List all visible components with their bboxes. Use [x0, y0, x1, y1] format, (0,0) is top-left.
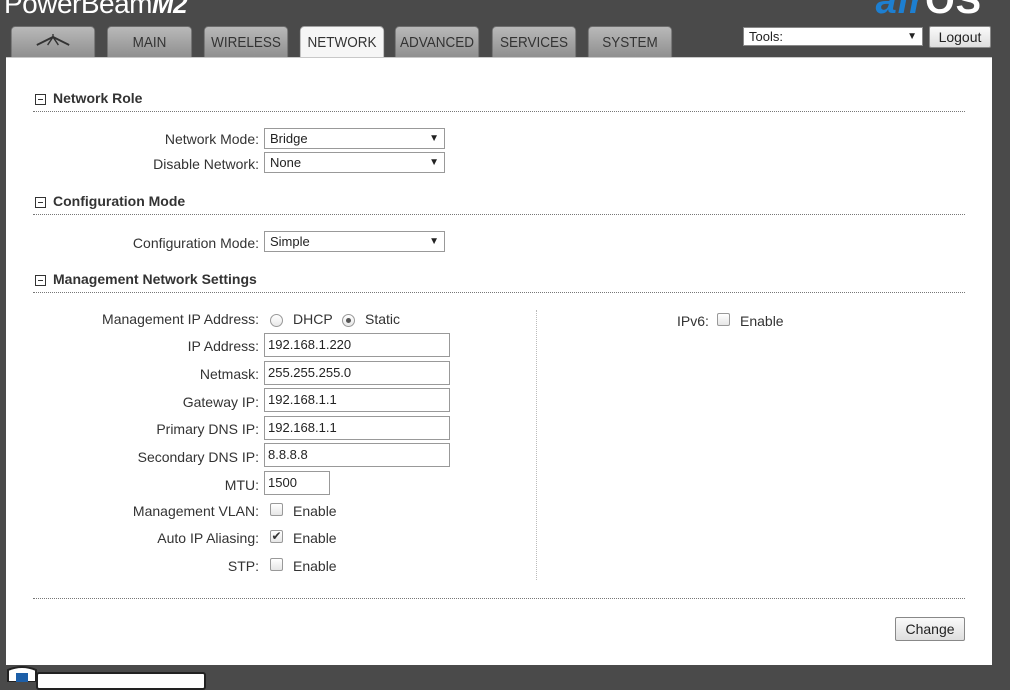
checkmark-icon: ✔	[271, 529, 282, 543]
chevron-down-icon: ▼	[907, 31, 917, 42]
management-vlan-checkbox[interactable]	[270, 503, 283, 516]
tab-network[interactable]: NETWORK	[299, 26, 385, 58]
dhcp-radio[interactable]	[270, 314, 283, 327]
mtu-label: MTU:	[224, 477, 259, 493]
secondary-dns-label: Secondary DNS IP:	[137, 449, 259, 465]
tab-ubiquiti-logo[interactable]	[10, 26, 96, 57]
airos-logo: airOS	[876, 0, 982, 20]
management-ip-label: Management IP Address:	[102, 311, 259, 327]
primary-dns-input[interactable]: 192.168.1.1	[264, 416, 450, 440]
footer-badge	[36, 672, 206, 690]
secondary-dns-input[interactable]: 8.8.8.8	[264, 443, 450, 467]
ipv6-label: IPv6:	[677, 313, 709, 329]
network-role-title: Network Role	[53, 90, 143, 106]
tab-wireless[interactable]: WIRELESS	[203, 26, 289, 57]
footer-divider	[33, 598, 965, 599]
collapse-icon[interactable]	[35, 94, 46, 105]
configuration-mode-label: Configuration Mode:	[132, 235, 259, 251]
tab-main[interactable]: MAIN	[106, 26, 193, 57]
static-radio[interactable]	[342, 314, 355, 327]
tab-system[interactable]: SYSTEM	[587, 26, 673, 57]
configuration-mode-value: Simple	[270, 234, 310, 249]
tab-services[interactable]: SERVICES	[491, 26, 577, 57]
tools-select-value: Tools:	[749, 29, 783, 44]
network-mode-value: Bridge	[270, 131, 308, 146]
ip-address-label: IP Address:	[187, 338, 259, 354]
stp-label: STP:	[227, 558, 259, 574]
management-vlan-label: Management VLAN:	[132, 503, 259, 519]
collapse-icon[interactable]	[35, 275, 46, 286]
column-divider	[536, 310, 537, 580]
chevron-down-icon: ▼	[429, 236, 439, 247]
network-mode-label: Network Mode:	[164, 131, 259, 147]
network-role-header[interactable]: Network Role	[33, 90, 965, 112]
management-network-header[interactable]: Management Network Settings	[33, 271, 965, 293]
chevron-down-icon: ▼	[429, 133, 439, 144]
chevron-down-icon: ▼	[429, 157, 439, 168]
logout-button[interactable]: Logout	[929, 26, 991, 48]
mtu-input[interactable]: 1500	[264, 471, 330, 495]
brand-name: PowerBeam	[4, 0, 153, 19]
disable-network-label: Disable Network:	[153, 156, 259, 172]
airos-os: OS	[925, 0, 982, 22]
disable-network-select[interactable]: None ▼	[264, 152, 445, 173]
static-label: Static	[365, 311, 401, 327]
primary-dns-label: Primary DNS IP:	[156, 421, 259, 437]
airos-air: air	[875, 0, 926, 22]
ip-address-input[interactable]: 192.168.1.220	[264, 333, 450, 357]
brand-logo: PowerBeamM2	[4, 0, 188, 20]
ipv6-checkbox[interactable]	[717, 313, 730, 326]
brand-model: M2	[152, 0, 188, 19]
network-settings-panel: Network Role Network Mode: Bridge ▼ Disa…	[6, 57, 992, 665]
tab-advanced[interactable]: ADVANCED	[394, 26, 480, 57]
change-button[interactable]: Change	[895, 617, 965, 641]
configuration-mode-header[interactable]: Configuration Mode	[33, 193, 965, 215]
gateway-ip-label: Gateway IP:	[182, 394, 259, 410]
ipv6-enable-label: Enable	[740, 313, 784, 329]
stp-enable-label: Enable	[293, 558, 337, 574]
gateway-ip-input[interactable]: 192.168.1.1	[264, 388, 450, 412]
collapse-icon[interactable]	[35, 197, 46, 208]
auto-ip-aliasing-checkbox[interactable]: ✔	[270, 530, 283, 543]
netmask-label: Netmask:	[199, 366, 259, 382]
ubiquiti-logo-icon	[36, 34, 70, 46]
stp-checkbox[interactable]	[270, 558, 283, 571]
management-network-title: Management Network Settings	[53, 271, 257, 287]
netmask-input[interactable]: 255.255.255.0	[264, 361, 450, 385]
disable-network-value: None	[270, 155, 302, 170]
tools-select[interactable]: Tools: ▼	[743, 27, 923, 46]
auto-ip-aliasing-enable-label: Enable	[293, 530, 337, 546]
configuration-mode-title: Configuration Mode	[53, 193, 186, 209]
network-mode-select[interactable]: Bridge ▼	[264, 128, 445, 149]
auto-ip-aliasing-label: Auto IP Aliasing:	[157, 530, 259, 546]
shield-icon	[7, 666, 37, 682]
dhcp-label: DHCP	[293, 311, 333, 327]
management-vlan-enable-label: Enable	[293, 503, 337, 519]
configuration-mode-select[interactable]: Simple ▼	[264, 231, 445, 252]
